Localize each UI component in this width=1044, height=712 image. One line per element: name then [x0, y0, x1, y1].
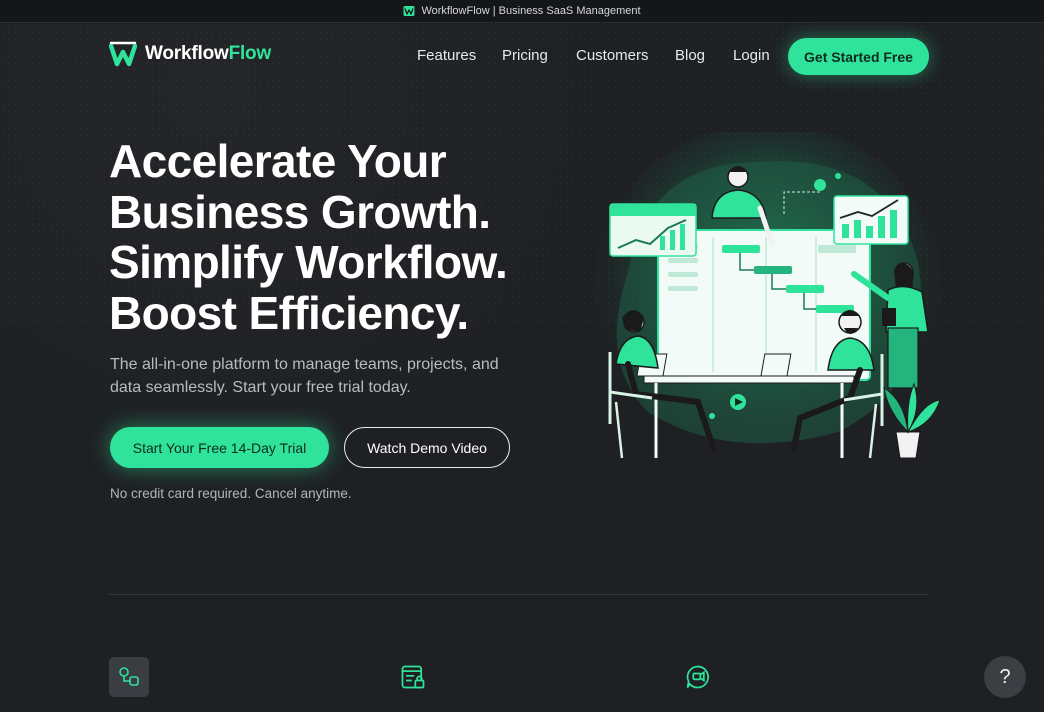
team-connect-icon[interactable] [109, 657, 149, 697]
analytics-card [609, 203, 697, 257]
brand-name: WorkflowFlow [145, 43, 272, 64]
start-free-trial-button[interactable]: Start Your Free 14-Day Trial [110, 427, 329, 468]
watch-demo-button[interactable]: Watch Demo Video [344, 427, 510, 468]
hero-title-line: Boost Efficiency. [109, 286, 469, 339]
get-started-button[interactable]: Get Started Free [788, 38, 929, 75]
chat-support-icon[interactable] [678, 657, 718, 697]
secure-document-icon[interactable] [393, 657, 433, 697]
nav-link-features[interactable]: Features [417, 47, 476, 64]
growth-chart-card [833, 195, 909, 245]
window-titlebar: WorkflowFlow | Business SaaS Management [0, 0, 1044, 23]
section-divider [109, 594, 928, 595]
potted-plant [883, 382, 941, 459]
nav-link-blog[interactable]: Blog [675, 47, 705, 64]
window-title: WorkflowFlow | Business SaaS Management [421, 5, 641, 17]
hero-title-line: Accelerate Your [109, 135, 447, 187]
help-button[interactable]: ? [984, 656, 1026, 698]
nav-link-login[interactable]: Login [733, 47, 770, 64]
nav-link-pricing[interactable]: Pricing [502, 47, 548, 64]
hero-title: Accelerate Your Business Growth. Simplif… [109, 136, 579, 338]
brand-logo[interactable]: WorkflowFlow [109, 40, 271, 68]
hero-illustration [593, 132, 943, 462]
hero-title-line: Business Growth. [109, 185, 491, 238]
trial-note: No credit card required. Cancel anytime. [110, 486, 352, 501]
workflowflow-logo-icon [403, 6, 415, 16]
hero-subtitle: The all-in-one platform to manage teams,… [110, 356, 499, 396]
nav-link-customers[interactable]: Customers [576, 47, 649, 64]
landing-page: WorkflowFlow Features Pricing Customers … [0, 24, 1044, 712]
workflowflow-logo-icon [109, 41, 137, 67]
hero-title-line: Simplify Workflow. [109, 236, 508, 288]
